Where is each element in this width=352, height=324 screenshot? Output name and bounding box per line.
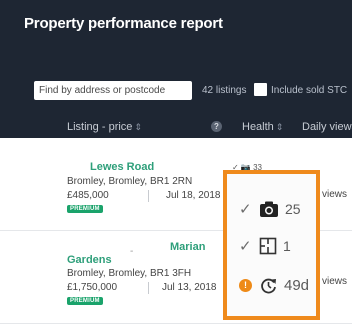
refresh-icon (261, 278, 276, 294)
divider (148, 190, 149, 202)
include-sold-label: Include sold STC (271, 85, 348, 96)
listing-address: Bromley, Bromley, BR1 3FH (67, 268, 192, 279)
listing-title[interactable]: Lewes Road (90, 161, 154, 173)
premium-badge: PREMIUM (67, 297, 103, 305)
daily-views-value: views (322, 189, 348, 200)
photos-count: 25 (285, 201, 301, 217)
health-updated: ! 49d (239, 276, 309, 295)
health-floorplans: ✓ 1 (239, 237, 291, 255)
health-photos: ✓ 25 (239, 200, 301, 218)
check-icon: ✓ (239, 201, 252, 218)
column-listing-price-label: Listing - price (67, 121, 133, 133)
sort-icon: ⇕ (134, 122, 142, 132)
listing-title[interactable]: Gardens (67, 254, 112, 266)
column-listing-price[interactable]: Listing - price ⇕ (67, 121, 142, 133)
listing-title-part[interactable]: Marian (170, 241, 205, 253)
listing-title-dash: - (130, 246, 134, 257)
divider (148, 282, 149, 294)
listing-date: Jul 18, 2018 (166, 190, 221, 201)
column-daily-views[interactable]: Daily views (302, 121, 352, 133)
camera-icon (260, 201, 278, 217)
listing-price: £485,000 (67, 190, 109, 201)
listing-price: £1,750,000 (67, 282, 118, 293)
check-icon: ✓ (239, 238, 252, 255)
column-health[interactable]: Health ⇕ (242, 121, 283, 133)
floorplans-count: 1 (283, 238, 291, 254)
days-since-update: 49d (284, 277, 310, 294)
listings-count: 42 listings (202, 85, 247, 96)
help-icon[interactable]: ? (211, 121, 222, 132)
sort-icon: ⇕ (275, 122, 284, 132)
page-title: Property performance report (24, 15, 223, 32)
health-detail-popover: ✓ 25 ✓ 1 ! 49d (223, 170, 320, 320)
search-input[interactable] (34, 81, 192, 100)
floorplan-icon (259, 237, 277, 255)
listing-date: Jul 13, 2018 (162, 282, 217, 293)
warning-icon: ! (239, 279, 252, 292)
column-health-label: Health (242, 121, 274, 133)
premium-badge: PREMIUM (67, 205, 103, 213)
report-header: Property performance report 42 listings … (0, 0, 352, 138)
listing-address: Bromley, Bromley, BR1 2RN (67, 176, 193, 187)
daily-views-value: views (322, 276, 348, 287)
include-sold-checkbox[interactable] (254, 83, 267, 96)
